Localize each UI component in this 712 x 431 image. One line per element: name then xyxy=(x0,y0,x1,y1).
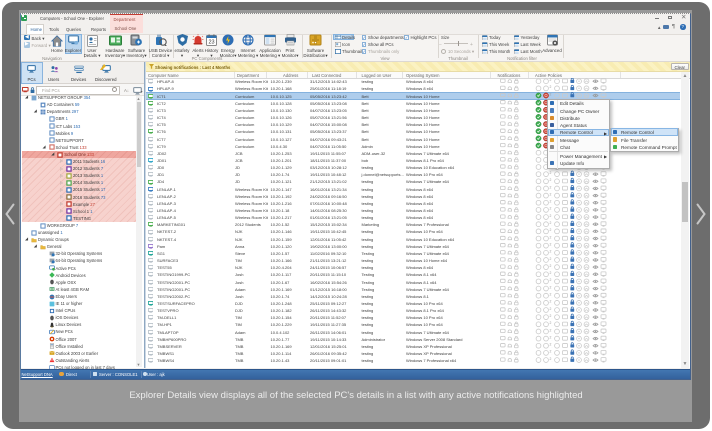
svg-text:23: 23 xyxy=(208,40,214,46)
